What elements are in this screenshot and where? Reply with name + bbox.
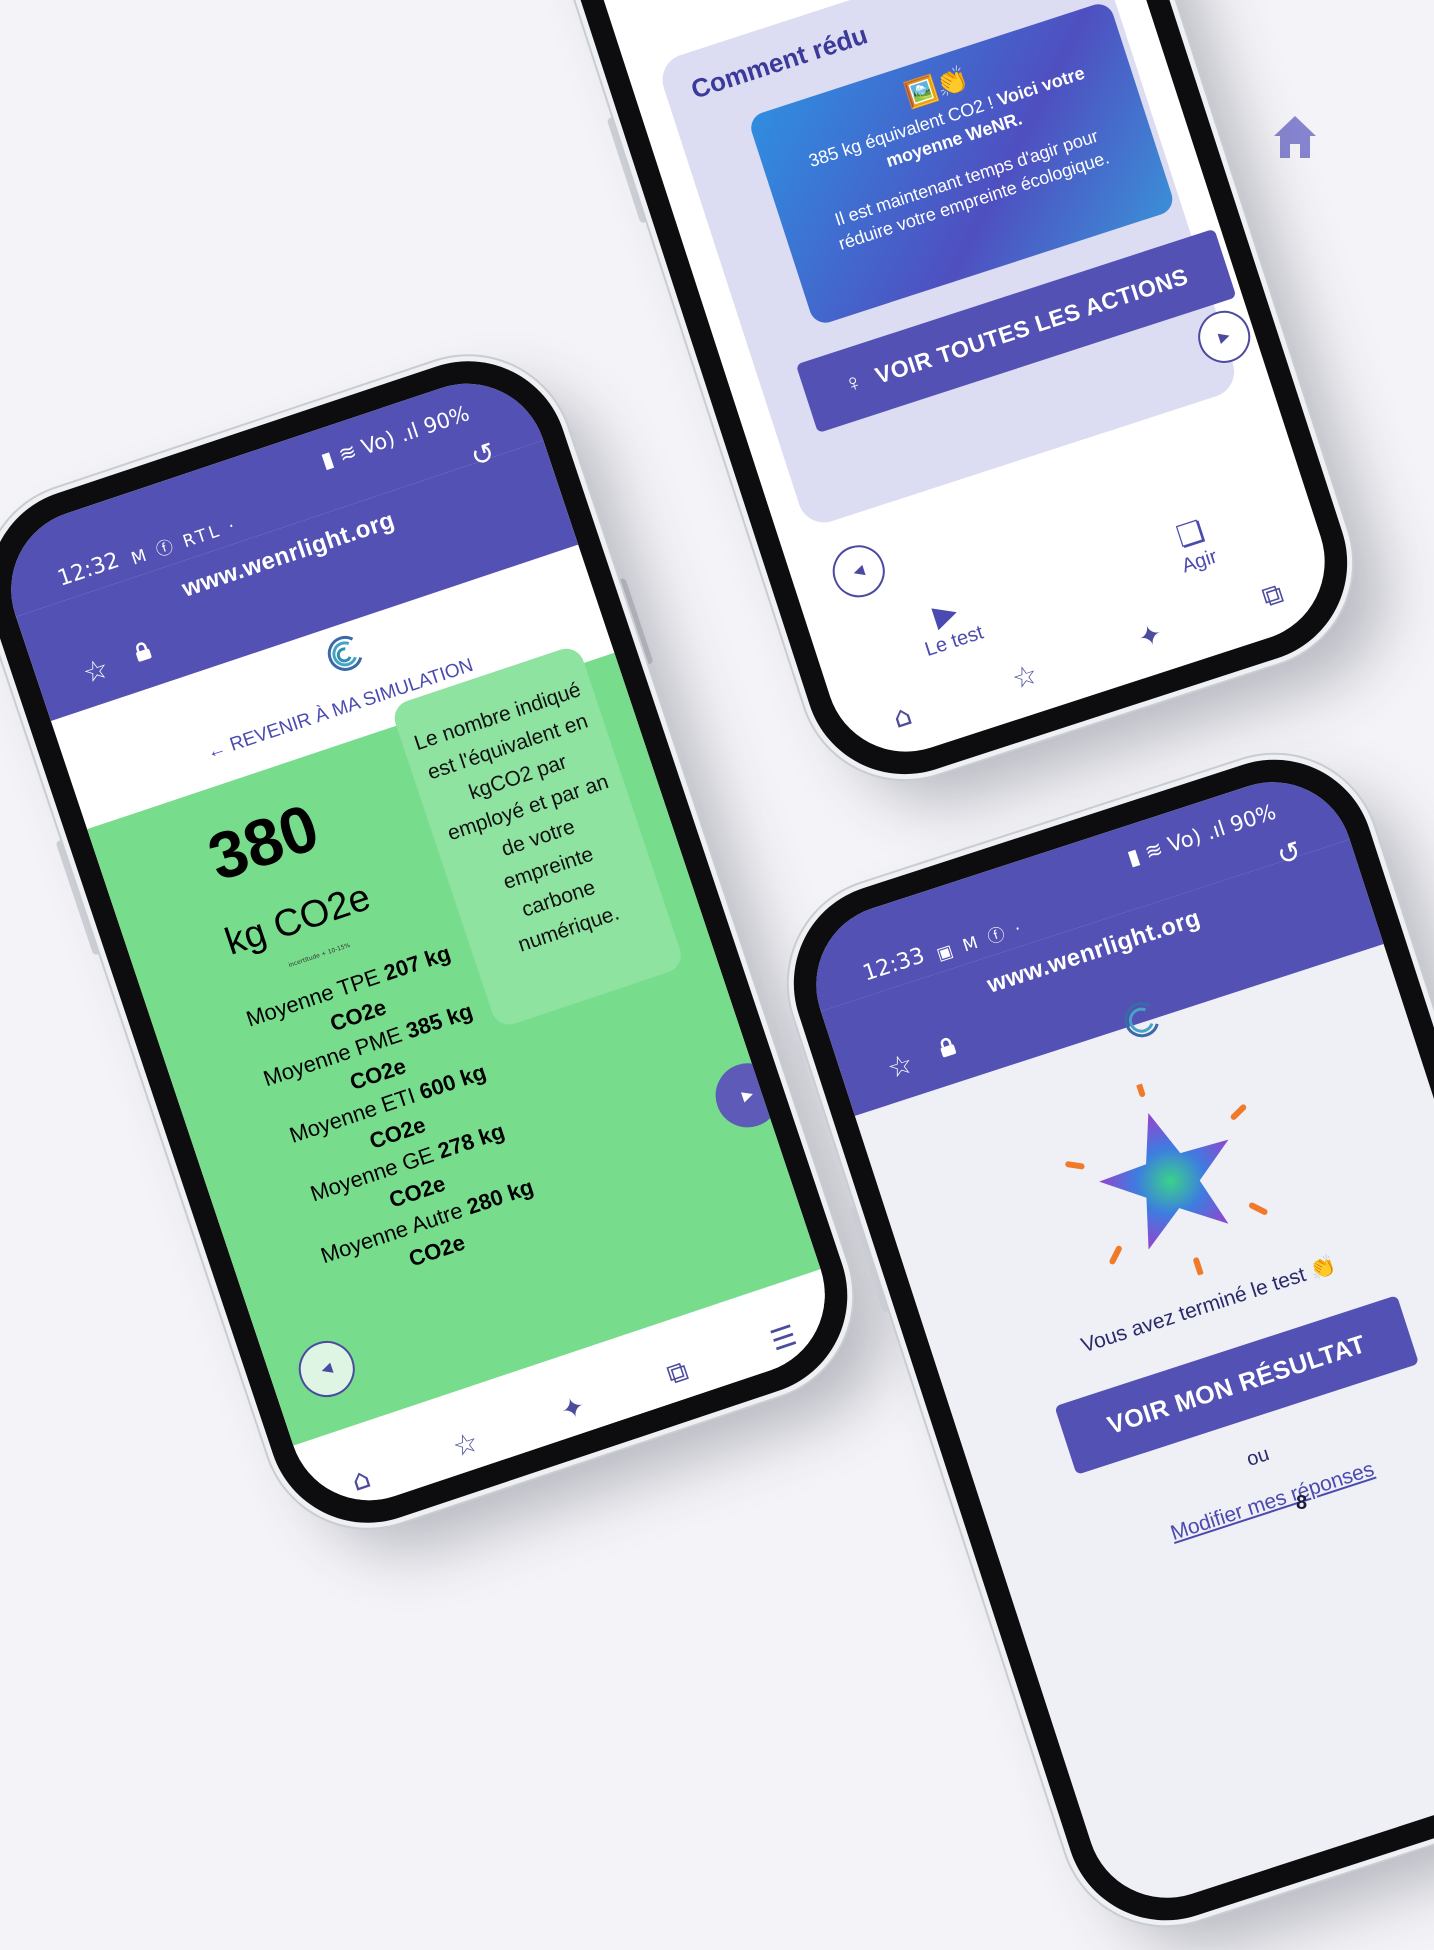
bookmark-star-icon[interactable]: ☆: [79, 651, 113, 690]
nav-test[interactable]: ▶ Le test: [911, 588, 986, 662]
menu-icon[interactable]: ☰: [766, 1318, 800, 1357]
star-burst-icon: [1065, 1081, 1268, 1276]
phone-screen: 12:33 ▣ M ⓕ · ▮ ≋ Vo) .ıl 90% www.wenrli…: [795, 761, 1434, 1919]
sparkle-icon[interactable]: ✦: [556, 1389, 589, 1428]
tabs-icon[interactable]: ⧉: [663, 1354, 693, 1393]
previous-slide-button[interactable]: ◀: [291, 1333, 363, 1405]
score-value: 380: [199, 789, 328, 895]
lock-icon: [136, 642, 152, 662]
home-icon[interactable]: ⌂: [889, 698, 916, 735]
phone-results: 12:32 M ⓕ RTL · ▮ ≋ Vo) .ıl 90% www.wenr…: [0, 334, 874, 1550]
home-icon[interactable]: [1270, 112, 1320, 162]
tabs-icon[interactable]: ⧉: [1258, 576, 1288, 615]
previous-slide-button[interactable]: ◀: [825, 538, 892, 605]
bookmarks-icon[interactable]: ☆: [1008, 657, 1042, 696]
lightbulb-icon: ♀: [840, 367, 867, 399]
see-result-button[interactable]: VOIR MON RÉSULTAT: [1054, 1295, 1420, 1475]
sparkle-icon[interactable]: ✦: [1134, 616, 1167, 655]
next-slide-button[interactable]: ▶: [1191, 304, 1257, 370]
score-unit: kg CO2e: [220, 876, 376, 964]
page-number: 8: [1296, 1492, 1308, 1514]
lock-icon: [940, 1037, 957, 1058]
home-icon[interactable]: ⌂: [347, 1460, 374, 1497]
score-footnote: incertitude + 10-15%: [287, 941, 352, 970]
results-panel: 380 kg CO2e incertitude + 10-15% Moyenne…: [87, 643, 821, 1446]
nav-act[interactable]: ❏ Agir: [1168, 512, 1220, 578]
bookmark-star-icon[interactable]: ☆: [883, 1046, 917, 1085]
bookmarks-icon[interactable]: ☆: [448, 1424, 482, 1463]
wenr-logo-icon: [327, 635, 363, 671]
